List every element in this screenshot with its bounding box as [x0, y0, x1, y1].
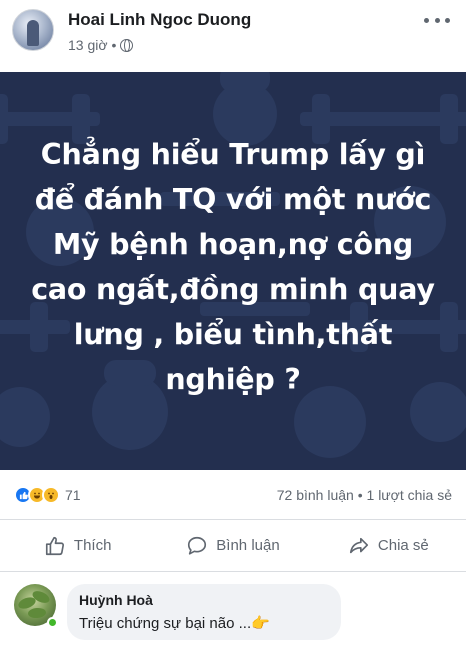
author-name[interactable]: Hoai Linh Ngoc Duong — [68, 10, 251, 30]
comment-text: Triệu chứng sự bại não ...👉 — [79, 615, 270, 632]
comment-bubble-icon — [188, 536, 207, 555]
avatar-leaf — [27, 607, 47, 619]
more-options-icon — [445, 17, 450, 23]
share-count[interactable]: 1 lượt chia sẻ — [367, 487, 452, 503]
stats-separator: • — [357, 487, 363, 503]
comment-label: Bình luận — [216, 537, 280, 554]
more-options-icon — [424, 17, 429, 23]
more-options-button[interactable] — [424, 14, 450, 26]
comment-count[interactable]: 72 bình luận — [277, 487, 354, 503]
comment-item: Huỳnh Hoà Triệu chứng sự bại não ...👉 — [0, 578, 466, 647]
engagement-counts: 72 bình luận • 1 lượt chia sẻ — [277, 487, 452, 503]
globe-icon[interactable] — [120, 38, 134, 52]
commenter-name[interactable]: Huỳnh Hoà — [79, 592, 329, 608]
share-button[interactable]: Chia sẻ — [311, 520, 466, 571]
post-time[interactable]: 13 giờ — [68, 37, 108, 53]
post-header: Hoai Linh Ngoc Duong 13 giờ • — [0, 0, 466, 72]
like-label: Thích — [73, 537, 112, 554]
like-button[interactable]: Thích — [0, 520, 155, 571]
comment-button[interactable]: Bình luận — [155, 520, 310, 571]
post-stats: 71 72 bình luận • 1 lượt chia sẻ — [0, 470, 466, 520]
thumbs-up-icon — [45, 536, 64, 555]
post-image[interactable]: Chẳng hiểu Trump lấy gì để đánh TQ với m… — [0, 72, 466, 470]
online-status-indicator — [47, 617, 58, 628]
share-arrow-icon — [349, 537, 368, 553]
avatar-figure — [27, 20, 39, 46]
meta-separator: • — [111, 37, 117, 53]
share-label: Chia sẻ — [377, 537, 429, 554]
post-image-text: Chẳng hiểu Trump lấy gì để đánh TQ với m… — [31, 138, 435, 396]
comment-bubble[interactable]: Huỳnh Hoà Triệu chứng sự bại não ...👉 — [67, 584, 341, 640]
reactions-summary[interactable]: 71 — [14, 486, 81, 504]
more-options-icon — [434, 17, 440, 23]
post-actions: Thích Bình luận Chia sẻ — [0, 520, 466, 572]
reaction-count: 71 — [65, 487, 81, 503]
wow-icon — [42, 486, 60, 504]
post-meta: 13 giờ • — [68, 37, 134, 53]
author-avatar[interactable] — [12, 9, 54, 51]
